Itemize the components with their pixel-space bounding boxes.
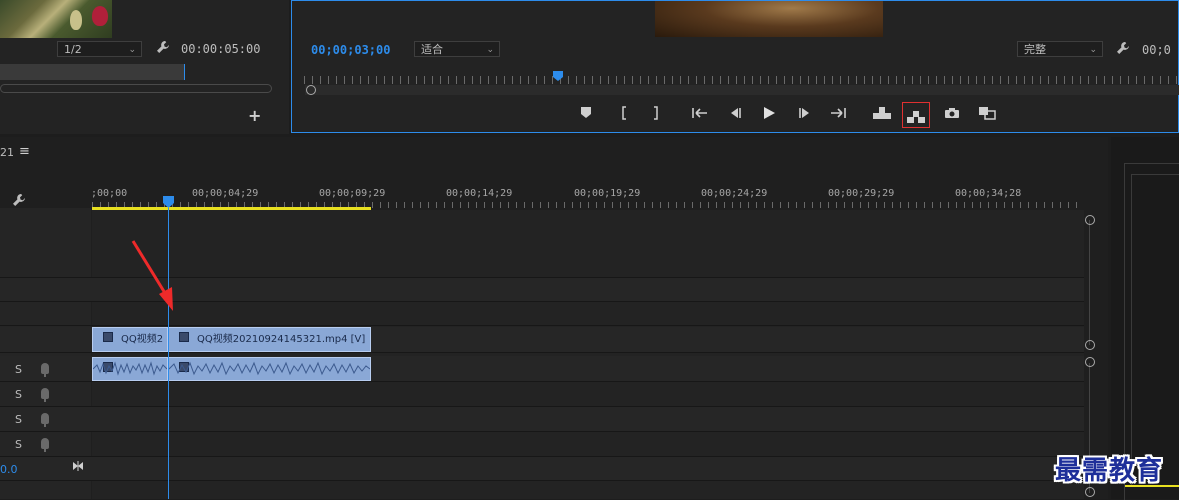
- zoom-fit-dropdown[interactable]: 适合 ⌄: [414, 41, 500, 57]
- timeline-playhead-marker[interactable]: [163, 196, 174, 208]
- timeline-wrench-icon[interactable]: [12, 193, 28, 209]
- microphone-icon[interactable]: [41, 388, 49, 402]
- source-thumbnail: [0, 0, 112, 38]
- solo-button-a3[interactable]: S: [15, 413, 22, 426]
- flower-shape: [92, 6, 108, 26]
- settings-wrench-icon[interactable]: [156, 40, 172, 56]
- audio-waveform: [169, 361, 370, 376]
- video-clip-a[interactable]: QQ视频2: [92, 327, 168, 352]
- track-row-master: [0, 457, 1084, 481]
- ruler-label: 00;00;24;29: [701, 188, 768, 199]
- track-row-a2: [0, 382, 1084, 407]
- playback-quality-value: 完整: [1024, 43, 1046, 56]
- scroll-handle[interactable]: [1085, 357, 1095, 367]
- ruler-label: 00;00;09;29: [319, 188, 386, 199]
- audio-clip-a[interactable]: [92, 357, 168, 381]
- microphone-icon[interactable]: [41, 413, 49, 427]
- master-volume-value[interactable]: 0.0: [0, 463, 18, 476]
- solo-button-a4[interactable]: S: [15, 438, 22, 451]
- solo-button-a2[interactable]: S: [15, 388, 22, 401]
- scroll-handle[interactable]: [1085, 487, 1095, 497]
- ruler-label: 00;00;19;29: [574, 188, 641, 199]
- fx-badge-icon: [103, 332, 113, 342]
- playback-quality-dropdown[interactable]: 完整 ⌄: [1017, 41, 1103, 57]
- audio-clip-b[interactable]: [168, 357, 371, 381]
- mark-in-button[interactable]: [615, 106, 633, 124]
- program-monitor-panel: 00;00;03;00 适合 ⌄ 完整 ⌄ 00;0: [291, 0, 1179, 133]
- ruler-label: ;00;00: [91, 188, 128, 199]
- flower-shape: [70, 10, 82, 30]
- chevron-down-icon: ⌄: [128, 45, 136, 55]
- fx-badge-icon: [179, 332, 189, 342]
- solo-button-a1[interactable]: S: [15, 363, 22, 376]
- source-timecode: 00:00:05:00: [181, 42, 261, 56]
- resolution-value: 1/2: [64, 43, 82, 56]
- microphone-icon[interactable]: [41, 363, 49, 377]
- timeline-scrollbar-track[interactable]: [1089, 220, 1090, 345]
- step-back-icon[interactable]: [726, 106, 744, 124]
- program-ruler[interactable]: [304, 76, 1179, 84]
- settings-wrench-icon[interactable]: [1116, 41, 1132, 57]
- play-icon[interactable]: [760, 106, 778, 124]
- track-row-a4: [0, 432, 1084, 457]
- ruler-label: 00;00;34;28: [955, 188, 1022, 199]
- annotation-arrow: [128, 238, 178, 314]
- scroll-handle[interactable]: [1085, 340, 1095, 350]
- audio-meter-panel: [1111, 137, 1179, 500]
- program-duration-timecode: 00;0: [1142, 43, 1171, 57]
- audio-waveform: [93, 361, 167, 376]
- go-to-in-icon[interactable]: [691, 106, 709, 124]
- watermark: 最需教育: [1055, 456, 1164, 486]
- program-zoom-scrollbar[interactable]: [305, 85, 1179, 95]
- go-to-out-icon[interactable]: [829, 106, 847, 124]
- source-playhead-line: [184, 64, 185, 80]
- chevron-down-icon: ⌄: [486, 45, 494, 55]
- microphone-icon[interactable]: [41, 438, 49, 452]
- mark-out-button[interactable]: [647, 106, 665, 124]
- zoom-fit-value: 适合: [421, 43, 443, 56]
- add-button[interactable]: +: [248, 106, 261, 125]
- program-playhead-marker[interactable]: [553, 70, 563, 81]
- track-row-a3: [0, 407, 1084, 432]
- lift-icon[interactable]: [872, 106, 892, 124]
- ruler-label: 00;00;04;29: [192, 188, 259, 199]
- clip-label: QQ视频2: [121, 334, 164, 345]
- resolution-dropdown[interactable]: 1/2 ⌄: [57, 41, 142, 57]
- chevron-down-icon: ⌄: [1089, 45, 1097, 55]
- video-clip-b[interactable]: QQ视频20210924145321.mp4 [V]: [168, 327, 371, 352]
- sequence-tab[interactable]: 21: [0, 146, 14, 159]
- scroll-handle-top[interactable]: [1085, 215, 1095, 225]
- export-frame-camera-icon[interactable]: [943, 106, 961, 124]
- comparison-view-icon[interactable]: [977, 106, 997, 124]
- panel-menu-icon[interactable]: ≡: [19, 144, 30, 159]
- step-forward-icon[interactable]: [796, 106, 814, 124]
- source-zoom-scrollbar[interactable]: [0, 84, 272, 93]
- clip-label: QQ视频20210924145321.mp4 [V]: [197, 334, 366, 345]
- meter-inner-frame: [1131, 174, 1179, 485]
- ruler-label: 00;00;14;29: [446, 188, 513, 199]
- zoom-handle-left[interactable]: [306, 85, 316, 95]
- source-monitor-panel: 1/2 ⌄ 00:00:05:00 +: [0, 0, 289, 134]
- source-ruler-bar: [0, 64, 184, 80]
- program-video-frame: [655, 1, 883, 37]
- program-playhead-timecode[interactable]: 00;00;03;00: [311, 43, 390, 57]
- add-marker-button[interactable]: [577, 106, 595, 124]
- ruler-label: 00;00;29;29: [828, 188, 895, 199]
- extract-icon[interactable]: [902, 102, 930, 128]
- bowtie-icon[interactable]: [72, 460, 84, 474]
